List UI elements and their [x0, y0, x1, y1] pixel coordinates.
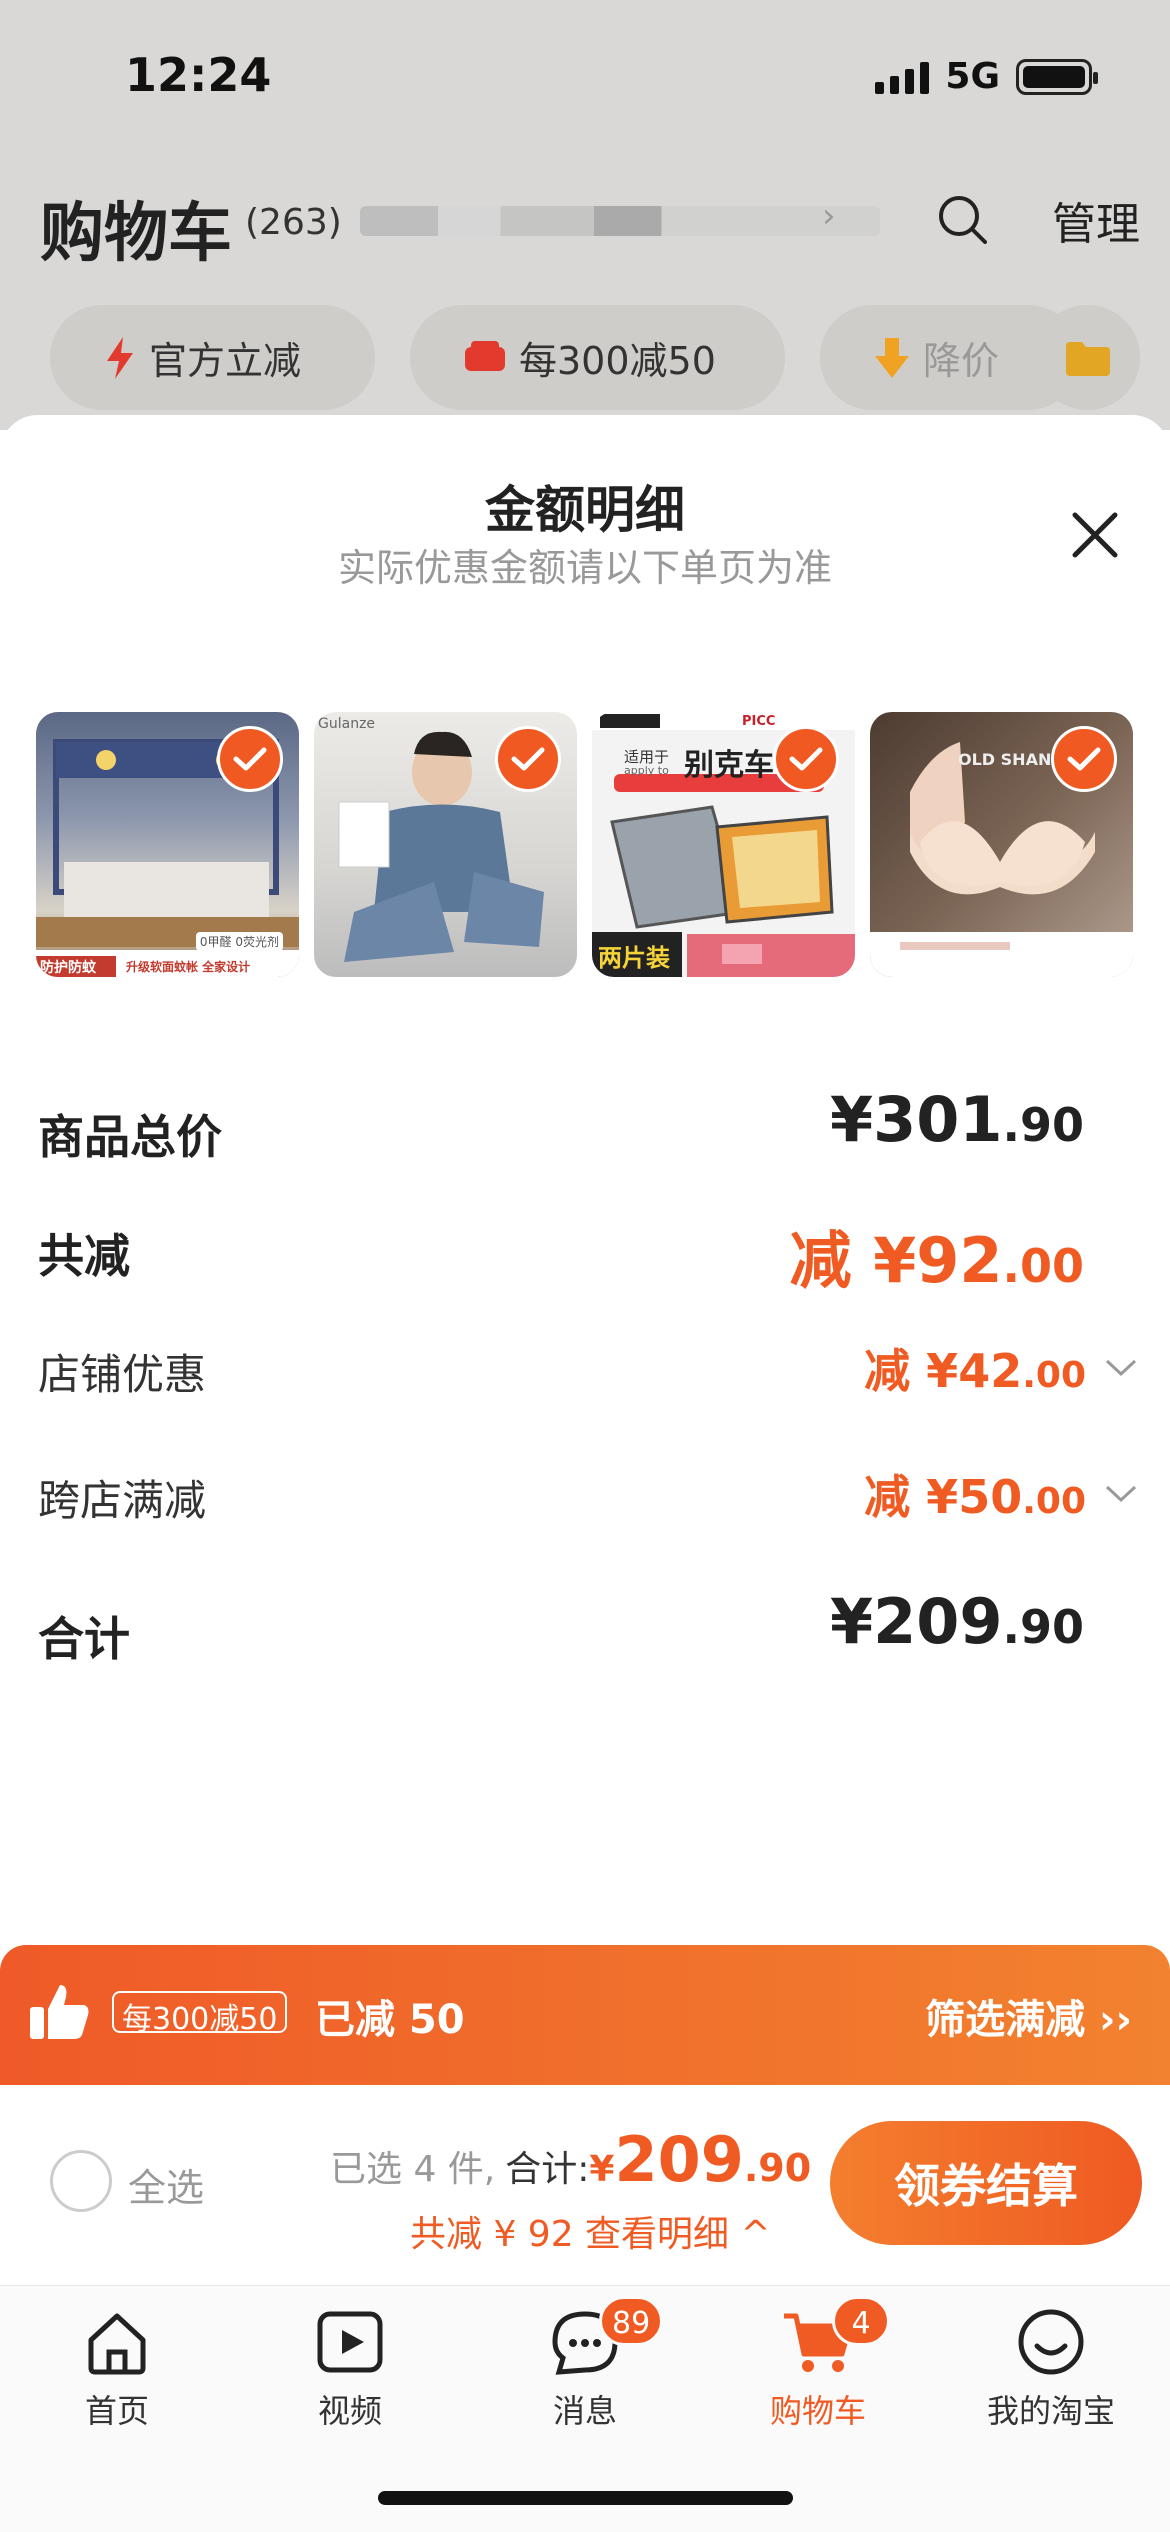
- down-arrow-icon: [875, 337, 909, 378]
- folder-icon[interactable]: [1035, 305, 1140, 410]
- shop-discount-label: 店铺优惠: [38, 1350, 207, 1399]
- chevron-down-icon[interactable]: [1104, 1357, 1138, 1379]
- total-label: 合计:: [505, 2149, 590, 2190]
- product-banner-text-2: 升级软面蚊帐 全家设计: [126, 960, 251, 974]
- lightning-icon: [107, 336, 133, 379]
- product-thumb-mosquito-net[interactable]: 0甲醛 0荧光剂 防护防蚊 升级软面蚊帐 全家设计: [36, 712, 299, 977]
- selected-check-icon: [1051, 726, 1117, 792]
- selected-count: 已选 4 件,: [330, 2149, 496, 2190]
- tab-video[interactable]: 视频: [250, 2306, 450, 2446]
- video-icon: [317, 2311, 383, 2373]
- promo-bar: 每300减50 已减 50 筛选满减 ››: [0, 1945, 1170, 2085]
- chip-label: 每300减50: [519, 339, 716, 383]
- select-all-label[interactable]: 全选: [128, 2157, 204, 2212]
- grand-total-value: ¥209.90: [829, 1585, 1084, 1658]
- goods-total-label: 商品总价: [38, 1110, 222, 1164]
- cart-badge: 4: [832, 2296, 890, 2346]
- grand-total-label: 合计: [38, 1612, 130, 1666]
- product-apply-en-text: apply to: [624, 764, 669, 777]
- view-detail-link[interactable]: 共减 ¥ 92 查看明细 ^: [410, 2205, 771, 2257]
- cart-page-background: 12:24 5G 购物车 (263) › 管理 官方立减 每300减50 降价: [0, 0, 1170, 430]
- chevron-right-icon: ›: [822, 196, 836, 236]
- checkout-total-dec: .90: [743, 2146, 812, 2190]
- cart-header: 购物车 (263) › 管理: [40, 170, 1140, 271]
- row-grand-total: 合计 ¥209.90: [38, 1585, 1138, 1666]
- tab-cart[interactable]: 4 购物车: [718, 2296, 918, 2446]
- status-indicators: 5G: [875, 56, 1098, 97]
- cart-icon: 4: [782, 2296, 890, 2378]
- bottom-tab-bar: 首页 视频 89 消息 4 购物车 我的淘宝: [0, 2285, 1170, 2532]
- product-bottom-text: 两片装: [598, 944, 670, 972]
- row-cross-store-discount[interactable]: 跨店满减 减 ¥50.00: [38, 1461, 1138, 1531]
- product-car-title: 别克车: [684, 748, 774, 783]
- chevron-down-icon[interactable]: [1104, 1483, 1138, 1505]
- tab-messages[interactable]: 89 消息: [485, 2296, 685, 2446]
- message-icon: 89: [549, 2296, 664, 2378]
- signal-icon: [875, 60, 930, 94]
- filter-chips: 官方立减 每300减50 降价: [50, 305, 1170, 410]
- tab-my-taobao[interactable]: 我的淘宝: [951, 2306, 1151, 2446]
- filter-full-reduction-link[interactable]: 筛选满减 ››: [925, 1987, 1132, 2045]
- selected-check-icon: [773, 726, 839, 792]
- shop-discount-value: 减 ¥42.00: [864, 1335, 1138, 1401]
- total-discount-label: 共减: [38, 1229, 130, 1283]
- chip-label: 官方立减: [149, 339, 302, 383]
- cross-store-value: 减 ¥50.00: [864, 1461, 1138, 1527]
- selected-check-icon: [217, 726, 283, 792]
- manage-button[interactable]: 管理: [1052, 188, 1140, 252]
- chip-full-reduction[interactable]: 每300减50: [410, 305, 785, 410]
- row-total-discount: 共减 减 ¥92.00: [38, 1210, 1138, 1297]
- product-thumb-air-filter[interactable]: 适用于 apply to 别克车 两片装 PICC: [592, 712, 855, 977]
- product-tag-text: PICC: [742, 714, 776, 729]
- product-badge-text: 0甲醛 0荧光剂: [195, 932, 283, 951]
- checkout-total-int: 209: [614, 2123, 744, 2196]
- home-icon: [88, 2313, 146, 2375]
- select-all-checkbox[interactable]: [50, 2150, 112, 2212]
- checkout-bar: 全选 已选 4 件, 合计: ¥ 209 .90 共减 ¥ 92 查看明细 ^ …: [0, 2085, 1170, 2285]
- product-thumbnails: 0甲醛 0荧光剂 防护防蚊 升级软面蚊帐 全家设计 Gulanze 适用于 ap…: [36, 712, 1136, 977]
- status-time: 12:24: [125, 48, 272, 102]
- message-badge: 89: [599, 2296, 664, 2346]
- product-thumb-bra[interactable]: OLD SHANGHAI: [870, 712, 1133, 977]
- status-bar: 12:24 5G: [0, 0, 1170, 150]
- chip-label: 降价: [923, 339, 1000, 383]
- cart-title: 购物车: [40, 197, 232, 271]
- sheet-title: 金额明细: [485, 481, 685, 539]
- product-brand-text: Gulanze: [318, 716, 376, 732]
- battery-icon: [1016, 58, 1098, 95]
- cart-count: (263): [245, 202, 342, 243]
- search-icon[interactable]: [935, 192, 989, 246]
- goods-total-value: ¥301.90: [829, 1083, 1084, 1156]
- currency-symbol: ¥: [589, 2149, 615, 2190]
- row-goods-total: 商品总价 ¥301.90: [38, 1083, 1138, 1164]
- cross-store-label: 跨店满减: [38, 1476, 207, 1525]
- network-label: 5G: [945, 56, 1000, 97]
- thumbs-up-icon: [30, 1985, 89, 2039]
- sheet-subtitle: 实际优惠金额请以下单页为准: [337, 546, 832, 590]
- coupon-icon: [465, 340, 505, 371]
- row-shop-discount[interactable]: 店铺优惠 减 ¥42.00: [38, 1335, 1138, 1405]
- promo-reduced-text: 已减 50: [315, 1997, 465, 2043]
- promo-tag: 每300减50: [112, 1991, 288, 2037]
- selected-summary: 已选 4 件, 合计: ¥ 209 .90: [330, 2123, 811, 2196]
- checkout-button[interactable]: 领券结算: [830, 2121, 1142, 2245]
- close-icon[interactable]: [1070, 510, 1120, 560]
- total-discount-value: 减 ¥92.00: [789, 1224, 1084, 1297]
- home-indicator: [378, 2491, 793, 2505]
- profile-icon: [1018, 2309, 1084, 2375]
- address-blurred[interactable]: [360, 206, 880, 236]
- product-banner-text: 防护防蚊: [40, 960, 96, 976]
- chip-official-discount[interactable]: 官方立减: [50, 305, 375, 410]
- selected-check-icon: [495, 726, 561, 792]
- product-thumb-pajamas[interactable]: Gulanze: [314, 712, 577, 977]
- tab-home[interactable]: 首页: [17, 2306, 217, 2446]
